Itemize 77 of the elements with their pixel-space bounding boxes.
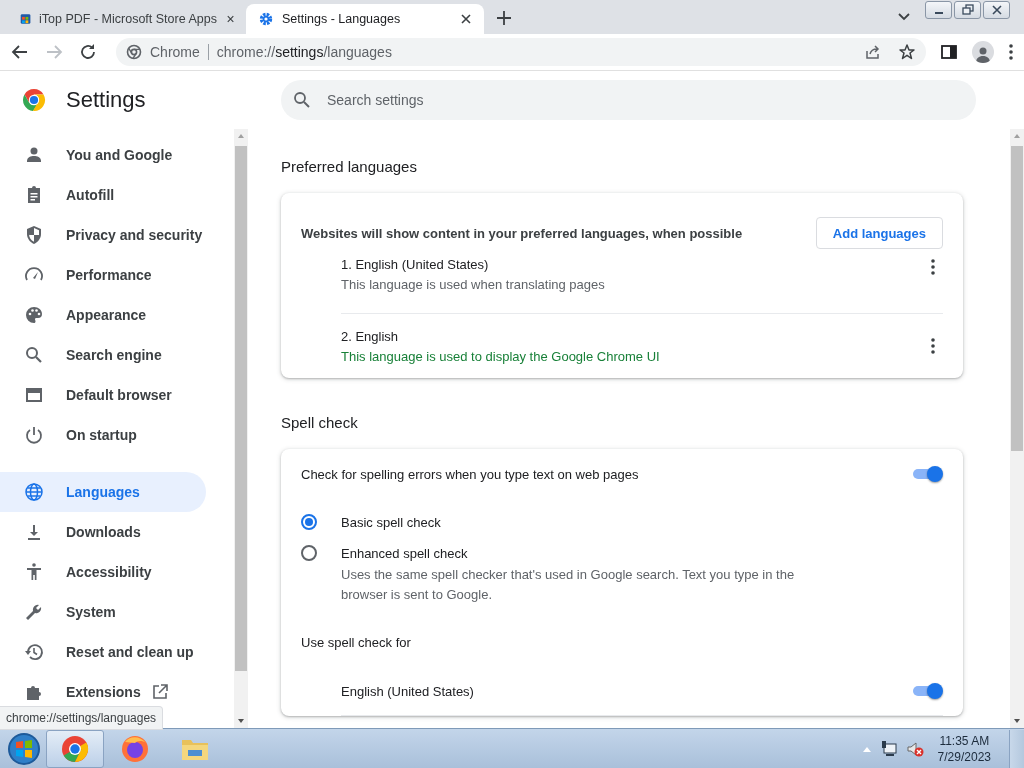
scrollbar[interactable] — [1010, 129, 1024, 728]
minimize-icon — [934, 12, 943, 14]
restore-button[interactable] — [954, 1, 981, 19]
new-tab-icon[interactable] — [496, 10, 512, 26]
side-panel-icon[interactable] — [940, 43, 958, 61]
option-description: Uses the same spell checker that's used in Google search. Text you type in the browser is sent to Google. — [341, 566, 796, 604]
wrench-icon — [24, 602, 44, 622]
browser-tab[interactable]: iTop PDF - Microsoft Store Apps — [8, 4, 246, 34]
gear-icon — [258, 11, 274, 27]
option-label: Basic spell check — [341, 515, 441, 530]
language-name: 2. English — [341, 328, 400, 344]
radio-button[interactable] — [301, 514, 317, 530]
search-icon — [24, 345, 44, 365]
section-heading: Spell check — [281, 414, 359, 431]
profile-avatar[interactable] — [972, 41, 994, 63]
sidebar-item[interactable]: Search engine — [0, 335, 206, 375]
language-name: 1. English (United States) — [341, 257, 490, 272]
shield-icon — [24, 225, 44, 245]
setting-label: Check for spelling errors when you type text on web pages — [301, 466, 639, 482]
scrollbar[interactable] — [234, 129, 248, 728]
close-icon — [990, 4, 1003, 16]
address-bar[interactable]: Chrome chrome://settings/languages — [116, 38, 926, 66]
sidebar-item[interactable]: Autofill — [0, 175, 206, 215]
language-note: This language is used to display the Google Chrome UI — [341, 348, 661, 364]
firefox-icon — [120, 733, 150, 764]
site-label: Chrome — [150, 44, 200, 60]
chrome-icon — [60, 733, 90, 764]
search-icon — [293, 91, 311, 109]
browser-window-icon — [24, 385, 44, 405]
sidebar-item[interactable]: You and Google — [0, 135, 206, 175]
store-icon — [20, 11, 32, 27]
chrome-logo-icon — [22, 88, 46, 112]
sidebar-item[interactable]: Reset and clean up — [0, 632, 206, 672]
chrome-icon — [126, 44, 142, 60]
restore-icon — [961, 4, 974, 16]
star-icon[interactable] — [898, 43, 916, 61]
network-icon[interactable] — [879, 739, 898, 758]
history-icon — [24, 642, 44, 662]
globe-icon — [24, 482, 44, 502]
radio-button[interactable] — [301, 545, 317, 561]
clock-date: 7/29/2023 — [937, 749, 991, 764]
sidebar-item[interactable]: Performance — [0, 255, 206, 295]
palette-icon — [24, 305, 44, 325]
accessibility-icon — [24, 562, 44, 582]
sidebar-item[interactable]: Default browser — [0, 375, 206, 415]
section-heading: Preferred languages — [281, 158, 418, 175]
sidebar-item[interactable]: Downloads — [0, 512, 206, 552]
toggle-switch[interactable] — [911, 683, 943, 699]
add-languages-button[interactable]: Add languages — [815, 217, 943, 249]
reload-icon[interactable] — [78, 42, 98, 62]
muted-volume-icon[interactable] — [905, 739, 924, 758]
search-field[interactable]: Search settings — [281, 80, 976, 120]
share-icon[interactable] — [864, 43, 882, 61]
page-title: Settings — [66, 87, 146, 113]
sidebar-item[interactable]: System — [0, 592, 206, 632]
setting-label: Use spell check for — [301, 635, 412, 652]
sidebar-item[interactable]: Appearance — [0, 295, 206, 335]
status-tooltip: chrome://settings/languages — [0, 706, 164, 730]
language-name: English (United States) — [341, 683, 474, 699]
minimize-button[interactable] — [925, 1, 952, 19]
sidebar-item[interactable]: Privacy and security — [0, 215, 206, 255]
menu-icon[interactable] — [1008, 43, 1014, 61]
option-label: Enhanced spell check — [341, 546, 469, 561]
browser-tab[interactable]: Settings - Languages — [246, 4, 484, 34]
sidebar-item[interactable]: Accessibility — [0, 552, 206, 592]
url-text: chrome://settings/languages — [216, 44, 392, 60]
close-button[interactable] — [983, 1, 1010, 19]
sidebar-item[interactable]: Languages — [0, 472, 206, 512]
card-description: Websites will show content in your preferred languages, when possible — [301, 225, 743, 241]
clock[interactable]: 11:35 AM 7/29/2023 — [931, 733, 1001, 764]
person-icon — [24, 145, 44, 165]
language-note: This language is used when translating pages — [341, 277, 606, 292]
power-icon — [24, 425, 44, 445]
sidebar-item[interactable]: On startup — [0, 415, 206, 455]
clock-time: 11:35 AM — [939, 733, 990, 748]
toggle-switch[interactable] — [911, 466, 943, 482]
taskbar-button[interactable] — [46, 729, 104, 768]
